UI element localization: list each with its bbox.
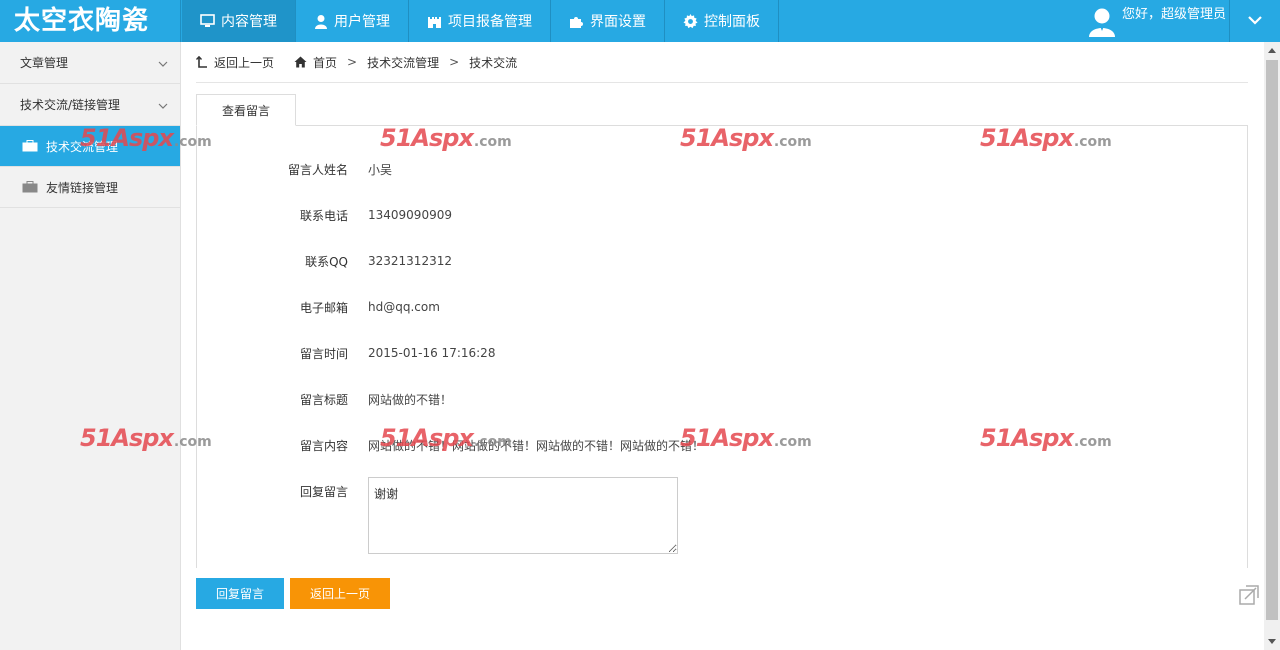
nav-label: 内容管理 bbox=[221, 14, 277, 30]
nav-content-management[interactable]: 内容管理 bbox=[182, 0, 296, 42]
field-qq: 联系QQ 32321312312 bbox=[197, 251, 1197, 271]
field-content: 留言内容 网站做的不错！网站做的不错！网站做的不错！网站做的不错！ bbox=[197, 435, 1197, 455]
monitor-icon bbox=[200, 14, 215, 28]
logo: 太空衣陶瓷 bbox=[0, 0, 181, 42]
nav-control-panel[interactable]: 控制面板 bbox=[665, 0, 779, 42]
castle-icon bbox=[427, 14, 442, 28]
sidebar-group-tech-links[interactable]: 技术交流/链接管理 bbox=[0, 84, 180, 126]
field-label: 电子邮箱 bbox=[299, 300, 348, 315]
resize-icon[interactable] bbox=[1238, 584, 1260, 606]
field-reply: 回复留言 bbox=[197, 481, 1197, 501]
breadcrumb-home[interactable]: 首页 bbox=[294, 54, 337, 71]
main-nav: 内容管理 用户管理 项目报备管理 界面设置 控制面板 bbox=[182, 0, 779, 42]
nav-label: 界面设置 bbox=[590, 14, 646, 30]
scroll-down-icon[interactable] bbox=[1268, 639, 1276, 644]
scrollbar-thumb[interactable] bbox=[1266, 60, 1278, 620]
field-label: 留言内容 bbox=[299, 438, 348, 453]
sidebar-item-friend-links[interactable]: 友情链接管理 bbox=[0, 167, 180, 208]
field-value: 网站做的不错！网站做的不错！网站做的不错！网站做的不错！ bbox=[368, 438, 705, 453]
sidebar-item-label: 友情链接管理 bbox=[46, 180, 119, 195]
message-detail-panel: 留言人姓名 小吴 联系电话 13409090909 联系QQ 323213123… bbox=[196, 125, 1248, 568]
field-label: 联系QQ bbox=[305, 254, 348, 269]
nav-label: 用户管理 bbox=[334, 14, 390, 30]
field-phone: 联系电话 13409090909 bbox=[197, 205, 1197, 225]
breadcrumb-back-label: 返回上一页 bbox=[214, 55, 275, 70]
nav-user-management[interactable]: 用户管理 bbox=[296, 0, 409, 42]
breadcrumb-separator: > bbox=[449, 55, 460, 69]
briefcase-icon bbox=[22, 181, 38, 193]
field-label: 留言时间 bbox=[299, 346, 348, 361]
sidebar-group-article[interactable]: 文章管理 bbox=[0, 42, 180, 84]
field-value: 13409090909 bbox=[368, 208, 452, 222]
nav-label: 控制面板 bbox=[704, 14, 760, 30]
breadcrumb-home-label: 首页 bbox=[313, 55, 338, 70]
top-bar: 太空衣陶瓷 内容管理 用户管理 项目报备管理 界面设置 控制面板 您好，超级管理… bbox=[0, 0, 1280, 42]
user-icon bbox=[314, 14, 328, 29]
field-title: 留言标题 网站做的不错！ bbox=[197, 389, 1197, 409]
reply-textarea[interactable]: 谢谢 bbox=[368, 477, 678, 554]
sidebar: 文章管理 技术交流/链接管理 技术交流管理 友情链接管理 bbox=[0, 42, 181, 650]
reply-button[interactable]: 回复留言 bbox=[196, 578, 284, 609]
breadcrumb: 返回上一页 首页 > 技术交流管理 > 技术交流 bbox=[196, 42, 1248, 83]
field-label: 回复留言 bbox=[299, 484, 348, 499]
field-value: 32321312312 bbox=[368, 254, 452, 268]
breadcrumb-current: 技术交流 bbox=[469, 55, 518, 70]
sidebar-group-label: 文章管理 bbox=[20, 56, 69, 70]
breadcrumb-back[interactable]: 返回上一页 bbox=[196, 54, 274, 71]
field-name: 留言人姓名 小吴 bbox=[197, 159, 1197, 179]
nav-project-management[interactable]: 项目报备管理 bbox=[409, 0, 551, 42]
user-greeting: 您好，超级管理员 bbox=[1122, 6, 1227, 22]
home-icon bbox=[294, 56, 307, 68]
back-button[interactable]: 返回上一页 bbox=[290, 578, 390, 609]
breadcrumb-level1[interactable]: 技术交流管理 bbox=[367, 54, 439, 71]
sidebar-item-tech-exchange[interactable]: 技术交流管理 bbox=[0, 126, 180, 167]
field-time: 留言时间 2015-01-16 17:16:28 bbox=[197, 343, 1197, 363]
chevron-down-icon bbox=[158, 56, 168, 70]
user-info[interactable]: 您好，超级管理员 bbox=[1088, 0, 1226, 42]
chevron-down-icon bbox=[158, 98, 168, 112]
vertical-scrollbar[interactable] bbox=[1264, 42, 1280, 650]
sidebar-item-label: 技术交流管理 bbox=[46, 139, 119, 154]
field-label: 留言人姓名 bbox=[287, 162, 348, 177]
field-value: 2015-01-16 17:16:28 bbox=[368, 346, 496, 360]
top-menu-toggle[interactable] bbox=[1229, 0, 1280, 42]
avatar-icon bbox=[1088, 7, 1116, 37]
field-label: 留言标题 bbox=[299, 392, 348, 407]
field-email: 电子邮箱 hd@qq.com bbox=[197, 297, 1197, 317]
tab-view-message[interactable]: 查看留言 bbox=[196, 94, 296, 126]
field-label: 联系电话 bbox=[299, 208, 348, 223]
briefcase-icon bbox=[22, 140, 38, 152]
nav-ui-settings[interactable]: 界面设置 bbox=[551, 0, 665, 42]
field-value: 网站做的不错！ bbox=[368, 392, 453, 407]
chevron-down-icon bbox=[1247, 14, 1263, 28]
field-value: hd@qq.com bbox=[368, 300, 440, 314]
scroll-up-icon[interactable] bbox=[1268, 48, 1276, 53]
return-icon bbox=[196, 56, 208, 68]
breadcrumb-separator: > bbox=[347, 55, 358, 69]
puzzle-icon bbox=[569, 14, 584, 29]
nav-label: 项目报备管理 bbox=[448, 14, 532, 30]
sidebar-group-label: 技术交流/链接管理 bbox=[20, 98, 121, 112]
gear-icon bbox=[683, 13, 698, 29]
field-value: 小吴 bbox=[368, 162, 393, 177]
